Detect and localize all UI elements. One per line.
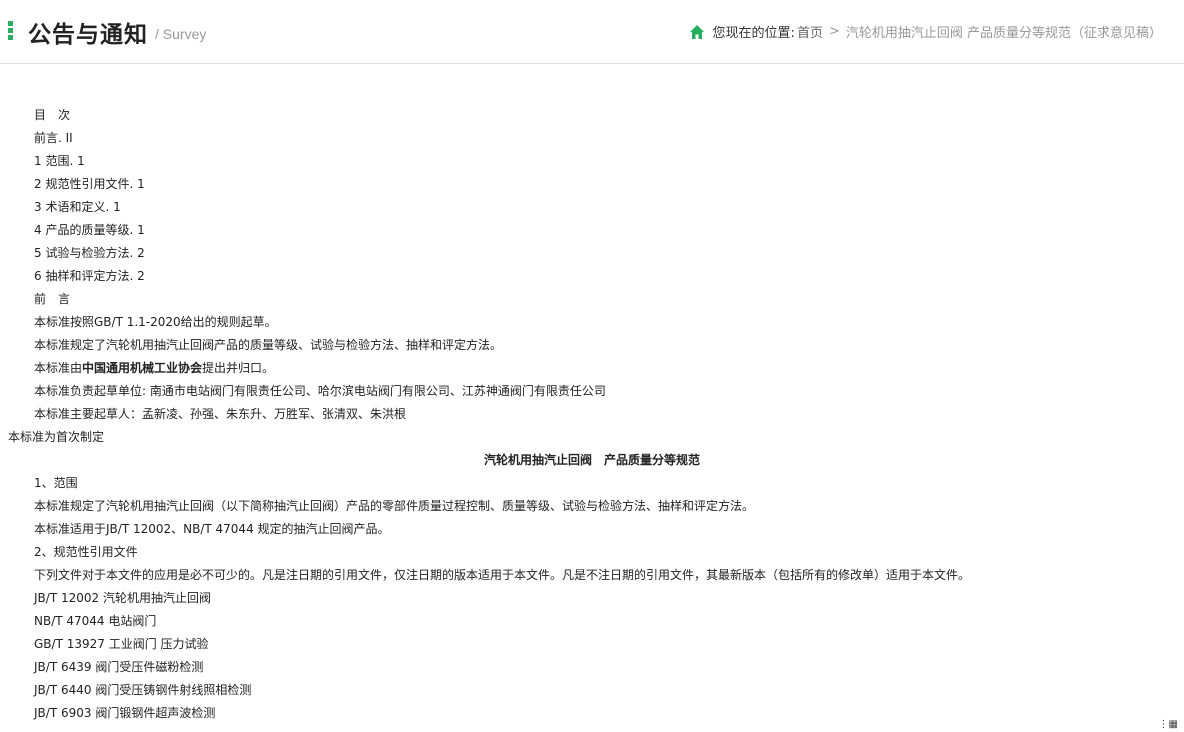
paragraph: 本标准主要起草人：孟新凌、孙强、朱东升、万胜军、张清双、朱洪根 — [34, 407, 407, 421]
toc-item: 1 范围. 1 — [34, 154, 85, 168]
toc-item: 3 术语和定义. 1 — [34, 200, 121, 214]
text-span: 本标准由 — [34, 361, 83, 375]
toc-item: 6 抽样和评定方法. 2 — [34, 269, 145, 283]
foreword-title: 前 言 — [34, 292, 71, 306]
reference-item: NB/T 47044 电站阀门 — [34, 614, 157, 628]
section-heading: 2、规范性引用文件 — [34, 545, 138, 559]
table-icon[interactable]: ⋮▦ — [1159, 719, 1178, 730]
reference-item: JB/T 6440 阀门受压铸钢件射线照相检测 — [34, 683, 252, 697]
page-subtitle: / Survey — [155, 26, 207, 42]
toc-item: 4 产品的质量等级. 1 — [34, 223, 145, 237]
reference-item: JB/T 12002 汽轮机用抽汽止回阀 — [34, 591, 211, 605]
page-header: 公告与通知 / Survey 您现在的位置: 首页 > 汽轮机用抽汽止回阀 产品… — [0, 0, 1184, 64]
document-title: 汽轮机用抽汽止回阀 产品质量分等规范 — [483, 453, 700, 467]
text-span: 提出并归口。 — [202, 361, 275, 375]
breadcrumb-separator: > — [828, 24, 840, 39]
bold-organization: 中国通用机械工业协会 — [82, 361, 203, 375]
paragraph: 本标准负责起草单位: 南通市电站阀门有限责任公司、哈尔滨电站阀门有限公司、江苏神… — [34, 384, 606, 398]
toc-item: 5 试验与检验方法. 2 — [34, 246, 145, 260]
home-icon — [689, 24, 704, 39]
paragraph: 本标准由中国通用机械工业协会提出并归口。 — [0, 357, 1184, 380]
breadcrumb-label: 您现在的位置: — [712, 26, 795, 41]
reference-item: JB/T 6903 阀门锻钢件超声波检测 — [34, 706, 216, 720]
page-title: 公告与通知 — [28, 22, 148, 48]
paragraph: 本标准规定了汽轮机用抽汽止回阀产品的质量等级、试验与检验方法、抽样和评定方法。 — [34, 338, 503, 352]
article-content: 目 次 前言. II 1 范围. 1 2 规范性引用文件. 1 3 术语和定义.… — [0, 104, 1184, 725]
paragraph: 本标准为首次制定 — [8, 430, 105, 444]
reference-item: JB/T 6439 阀门受压件磁粉检测 — [34, 660, 204, 674]
section-heading: 1、范围 — [34, 476, 78, 490]
paragraph: 本标准按照GB/T 1.1-2020给出的规则起草。 — [34, 315, 277, 329]
paragraph: 下列文件对于本文件的应用是必不可少的。凡是注日期的引用文件，仅注日期的版本适用于… — [34, 568, 971, 582]
paragraph: 本标准规定了汽轮机用抽汽止回阀（以下简称抽汽止回阀）产品的零部件质量过程控制、质… — [34, 499, 755, 513]
breadcrumb-home-link[interactable]: 首页 — [797, 22, 823, 41]
paragraph: 本标准适用于JB/T 12002、NB/T 47044 规定的抽汽止回阀产品。 — [34, 522, 390, 536]
breadcrumb: 您现在的位置: 首页 > 汽轮机用抽汽止回阀 产品质量分等规范（征求意见稿） — [689, 22, 1162, 41]
reference-item: GB/T 13927 工业阀门 压力试验 — [34, 637, 209, 651]
breadcrumb-current[interactable]: 汽轮机用抽汽止回阀 产品质量分等规范（征求意见稿） — [846, 22, 1162, 41]
title-accent-bars — [8, 21, 13, 41]
toc-item: 前言. II — [34, 131, 73, 145]
toc-item: 2 规范性引用文件. 1 — [34, 177, 145, 191]
toc-title: 目 次 — [34, 108, 71, 122]
